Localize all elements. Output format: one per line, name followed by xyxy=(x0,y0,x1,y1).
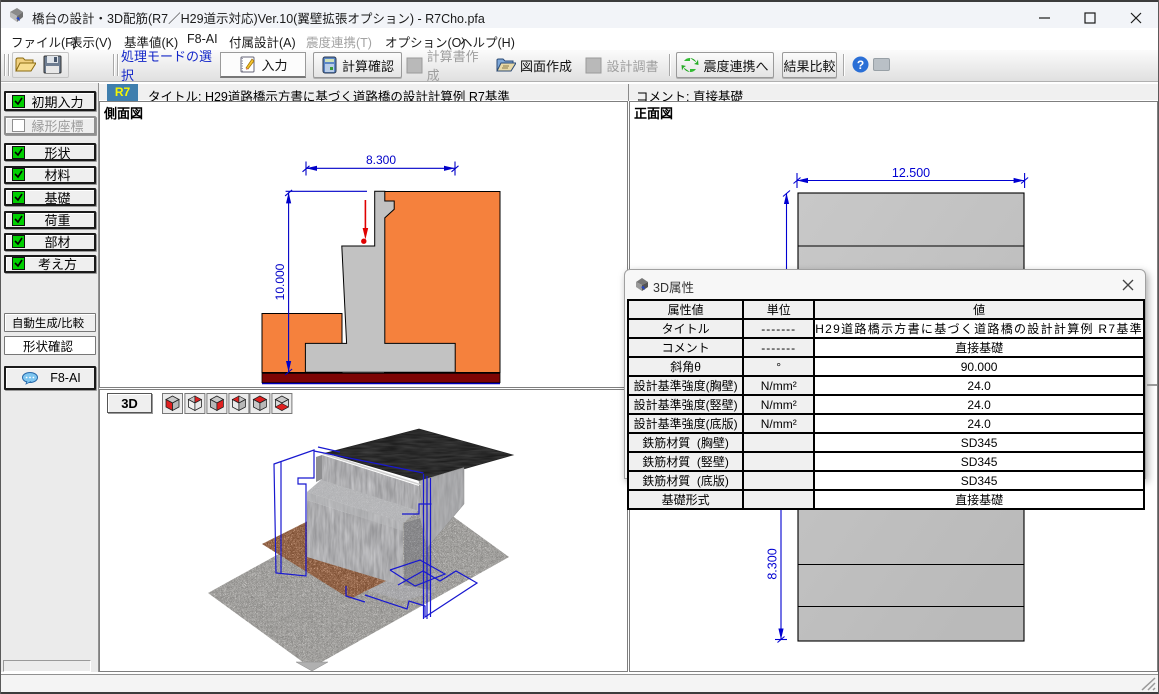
svg-text:?: ? xyxy=(857,58,864,72)
svg-text:12.500: 12.500 xyxy=(892,166,930,180)
svg-text:8.300: 8.300 xyxy=(766,548,780,579)
svg-text:10.000: 10.000 xyxy=(273,263,287,300)
svg-text:8.300: 8.300 xyxy=(366,153,396,167)
